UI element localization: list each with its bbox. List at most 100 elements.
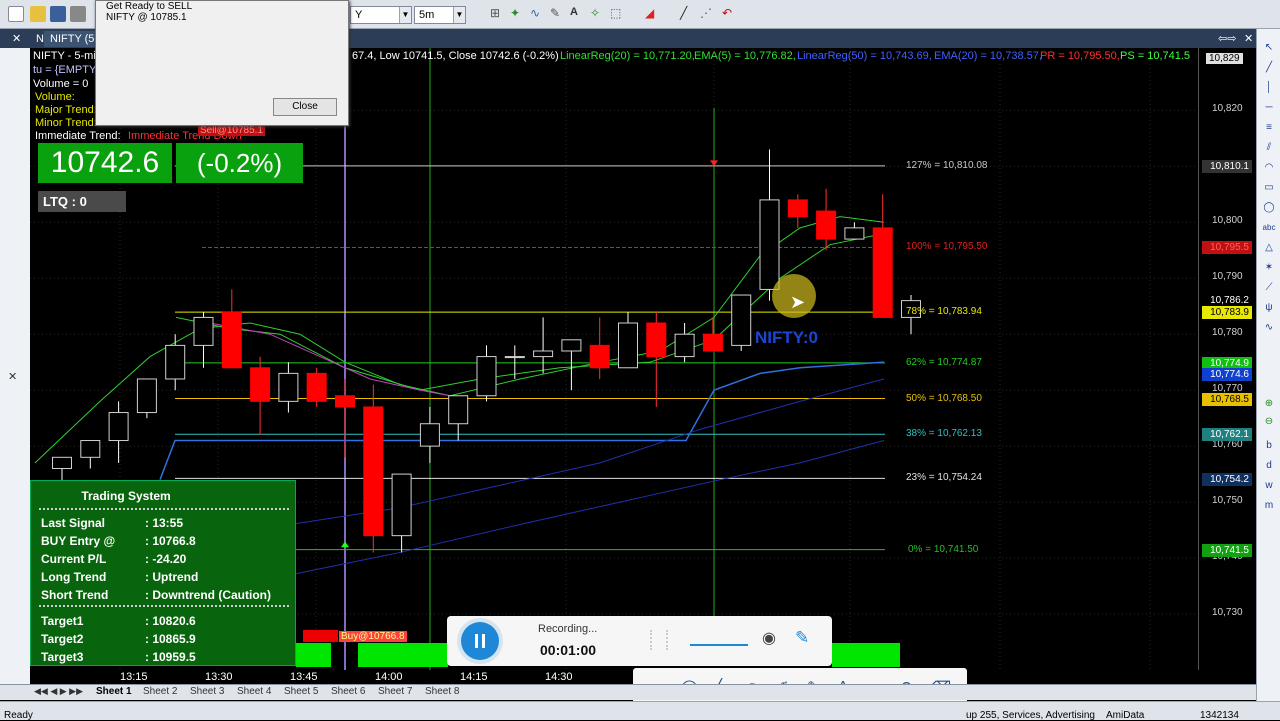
pen-icon[interactable]: ✎ — [795, 628, 809, 648]
sheet-tab[interactable]: Sheet 5 — [284, 686, 318, 697]
fibonacci-icon[interactable]: ≡ — [1262, 121, 1276, 135]
ema5-readout: EMA(5) = 10,776.82, — [694, 50, 796, 62]
new-icon[interactable] — [8, 6, 24, 22]
ema20-readout: EMA(20) = 10,738.57, — [934, 50, 1042, 62]
pitchfork-icon[interactable]: ψ — [1262, 301, 1276, 315]
ellipse-icon[interactable]: ◯ — [1262, 201, 1276, 215]
sheet-tab[interactable]: Sheet 6 — [331, 686, 365, 697]
text-icon[interactable]: abc — [1262, 221, 1276, 235]
sheet-tab[interactable]: Sheet 8 — [425, 686, 459, 697]
webcam-icon[interactable]: ◉ — [762, 628, 776, 648]
fib-label: 50% = 10,768.50 — [906, 392, 982, 404]
triangle-icon[interactable]: △ — [1262, 241, 1276, 255]
y-tick-label: 10,800 — [1212, 215, 1243, 227]
b-icon[interactable]: b — [1262, 439, 1276, 453]
vertical-line-icon[interactable]: │ — [1262, 81, 1276, 95]
save-icon[interactable] — [50, 6, 66, 22]
symbol-select-value: Y — [355, 9, 363, 21]
candle-body — [618, 322, 638, 369]
y-tick-label: 10,730 — [1212, 607, 1243, 618]
recording-widget: Recording... 00:01:00 ◉ ✎ — [447, 616, 832, 666]
magic-icon[interactable]: ✧ — [590, 6, 606, 22]
open-folder-icon[interactable] — [30, 6, 46, 22]
gann-icon[interactable]: ✶ — [1262, 261, 1276, 275]
sheet-tab-bar: ◀◀ ◀ ▶ ▶▶ Sheet 1 Sheet 2 Sheet 3 Sheet 4 Sh… — [0, 684, 1256, 700]
sheet-tab[interactable]: Sheet 7 — [378, 686, 412, 697]
candle-body — [759, 199, 780, 290]
pr-readout: PR = 10,795.50, — [1040, 50, 1120, 62]
red-marker — [303, 630, 338, 642]
m-icon[interactable]: m — [1262, 499, 1276, 513]
color-icon[interactable]: ◢ — [645, 6, 661, 22]
y-tick-label: 10,790 — [1212, 271, 1243, 283]
candle-body — [476, 356, 497, 397]
zoom-in-icon[interactable]: ⊕ — [1262, 397, 1276, 411]
line-icon[interactable]: ╱ — [1262, 61, 1276, 75]
dotted-line-icon[interactable]: ⋰ — [700, 6, 716, 22]
symbol-select[interactable]: Y ▼ — [350, 6, 412, 24]
status-number: 1342134 — [1200, 710, 1239, 721]
last-price: 10742.6 — [38, 143, 172, 183]
sheet-tab[interactable]: Sheet 2 — [143, 686, 177, 697]
pause-button[interactable] — [461, 622, 499, 660]
green-bar-3 — [832, 643, 900, 667]
candle-body — [419, 423, 440, 447]
channel-icon[interactable]: ⫽ — [1262, 141, 1276, 155]
nav-first-icon[interactable]: ◀◀ ◀ ▶ ▶▶ — [34, 686, 83, 697]
wave-icon[interactable]: ∿ — [1262, 321, 1276, 335]
horizontal-line-icon[interactable]: ─ — [1262, 101, 1276, 115]
major-trend-label: Major Trend: — [35, 104, 97, 116]
arc-icon[interactable]: ◠ — [1262, 161, 1276, 175]
immediate-trend-label: Immediate Trend: — [35, 130, 121, 142]
wave-icon[interactable]: ∿ — [530, 6, 546, 22]
cursor-icon[interactable]: ↖ — [1262, 41, 1276, 55]
trading-row-label: Short Trend — [41, 588, 109, 602]
sheet-tab[interactable]: Sheet 4 — [237, 686, 271, 697]
text-icon[interactable]: A — [570, 6, 586, 22]
pencil-icon[interactable]: ✎ — [550, 6, 566, 22]
x-tick-label: 14:15 — [460, 671, 488, 683]
undo-icon[interactable]: ↶ — [722, 6, 738, 22]
sheet-tab[interactable]: Sheet 3 — [190, 686, 224, 697]
nifty-watermark: NIFTY:0 — [755, 328, 818, 347]
trend-icon[interactable]: ⟋ — [1262, 281, 1276, 295]
candle-body — [165, 344, 186, 380]
candle-body — [787, 199, 808, 218]
candle-body — [872, 227, 893, 318]
trading-row-label: Target2 — [41, 632, 84, 646]
close-icon[interactable]: ✕ — [6, 31, 27, 47]
trading-row-value: : 10865.9 — [145, 632, 196, 646]
x-tick-label: 13:45 — [290, 671, 318, 683]
divider — [39, 508, 289, 510]
pin-icon[interactable]: ⇦⇨ — [1212, 31, 1242, 47]
y-tick-label: 10,829 — [1206, 53, 1243, 64]
price-tag: 10,762.1 — [1202, 428, 1252, 442]
star-icon[interactable]: ✦ — [510, 6, 526, 22]
line-draw-icon[interactable]: ╱ — [680, 6, 696, 22]
d-icon[interactable]: d — [1262, 459, 1276, 473]
status-ready: Ready — [4, 710, 33, 721]
candle-body — [646, 322, 667, 358]
price-tag: 10,795.5 — [1202, 241, 1252, 255]
y-tick-label: 10,820 — [1212, 103, 1243, 115]
volume-slider[interactable] — [690, 644, 748, 646]
candle-body — [221, 311, 242, 369]
buy-marker: Buy@10766.8 — [339, 631, 407, 642]
w-icon[interactable]: w — [1262, 479, 1276, 493]
rectangle-icon[interactable]: ▭ — [1262, 181, 1276, 195]
y-tick-label: 10,780 — [1212, 327, 1243, 339]
print-icon[interactable] — [70, 6, 86, 22]
ohlc-readout: 67.4, Low 10741.5, Close 10742.6 (-0.2%) — [352, 50, 559, 62]
candle-body — [674, 333, 695, 358]
close-button[interactable]: Close — [273, 98, 337, 116]
recording-label: Recording... — [538, 623, 598, 635]
trading-system-title: Trading System — [81, 489, 171, 503]
x-tick-label: 14:00 — [375, 671, 403, 683]
grid-icon[interactable]: ⊞ — [490, 6, 506, 22]
zoom-out-icon[interactable]: ⊖ — [1262, 415, 1276, 429]
select-icon[interactable]: ⬚ — [610, 6, 626, 22]
sell-alert-dialog: Get Ready to SELL NIFTY @ 10785.1 Close — [95, 0, 349, 126]
interval-select[interactable]: 5m ▼ — [414, 6, 466, 24]
sheet-tab[interactable]: Sheet 1 — [96, 686, 132, 697]
trading-row-label: Long Trend — [41, 570, 107, 584]
